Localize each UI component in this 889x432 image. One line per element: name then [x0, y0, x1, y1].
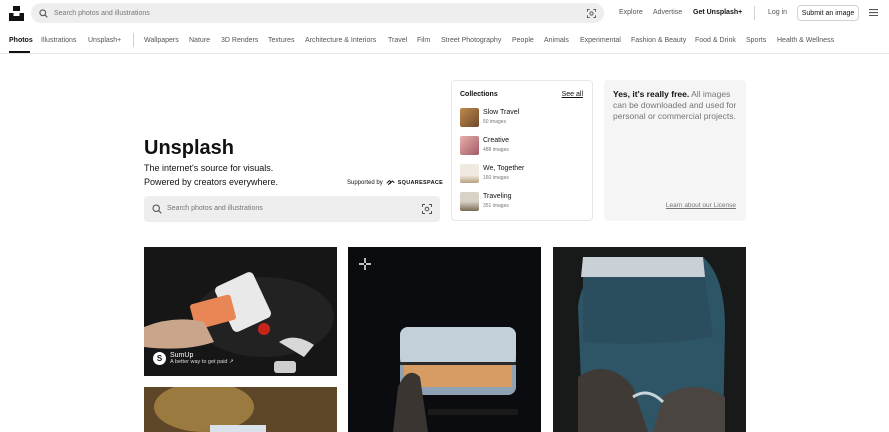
collection-name: Slow Travel	[483, 109, 520, 116]
visual-search-icon[interactable]	[587, 9, 596, 18]
sea-cliff-photo	[553, 247, 746, 432]
train-window-photo	[348, 247, 541, 432]
tab-sports[interactable]: Sports	[746, 37, 766, 44]
top-header: Search photos and illustrations Explore …	[0, 0, 889, 27]
collection-name: We, Together	[483, 165, 525, 172]
hero-search-placeholder: Search photos and illustrations	[167, 205, 263, 212]
menu-icon[interactable]	[869, 9, 878, 16]
collection-item[interactable]: Creative 488 images	[460, 136, 585, 158]
search-icon	[39, 8, 48, 18]
header-divider	[754, 6, 755, 20]
nav-get-unsplash-plus[interactable]: Get Unsplash+	[693, 9, 742, 16]
category-divider	[133, 33, 134, 47]
tab-architecture-interiors[interactable]: Architecture & Interiors	[305, 37, 376, 44]
collections-card: Collections See all Slow Travel 50 image…	[451, 80, 593, 221]
sumup-avatar: S	[153, 352, 166, 365]
header-search-placeholder: Search photos and illustrations	[54, 9, 150, 17]
sponsor-name: SumUp	[170, 352, 194, 359]
hero-search-input[interactable]: Search photos and illustrations	[144, 196, 440, 222]
tab-food-drink[interactable]: Food & Drink	[695, 37, 736, 44]
tab-3d-renders[interactable]: 3D Renders	[221, 37, 258, 44]
photo-card[interactable]	[553, 247, 746, 432]
tab-textures[interactable]: Textures	[268, 37, 294, 44]
nav-explore[interactable]: Explore	[619, 9, 643, 16]
tab-travel[interactable]: Travel	[388, 37, 407, 44]
collection-item[interactable]: Traveling 351 images	[460, 192, 585, 214]
sponsor-tagline: A better way to get paid ↗	[170, 359, 234, 365]
collection-thumbnail	[460, 108, 479, 127]
tab-nature[interactable]: Nature	[189, 37, 210, 44]
free-info-card: Yes, it's really free. All images can be…	[604, 80, 746, 221]
sponsor-badge[interactable]: S SumUp A better way to get paid ↗	[153, 352, 234, 365]
collection-count: 488 images	[483, 147, 509, 153]
free-info-bold: Yes, it's really free.	[613, 89, 690, 99]
interior-photo	[144, 387, 337, 432]
supported-by[interactable]: Supported by SQUARESPACE	[347, 179, 443, 186]
tab-film[interactable]: Film	[417, 37, 430, 44]
tab-illustrations[interactable]: Illustrations	[41, 37, 76, 44]
hero-subtitle-line1: The internet's source for visuals.	[144, 163, 274, 173]
collection-name: Creative	[483, 137, 510, 144]
free-info-text: Yes, it's really free. All images can be…	[613, 89, 737, 122]
license-link[interactable]: Learn about our License	[666, 202, 736, 209]
collection-name: Traveling	[483, 193, 512, 200]
search-icon	[152, 204, 162, 214]
hero-subtitle-line2: Powered by creators everywhere.	[144, 177, 279, 187]
supported-by-label: Supported by	[347, 179, 383, 186]
tab-street-photography[interactable]: Street Photography	[441, 37, 501, 44]
header-search-input[interactable]: Search photos and illustrations	[31, 3, 604, 23]
tab-unsplash-plus[interactable]: Unsplash+	[88, 37, 121, 44]
squarespace-wordmark: SQUARESPACE	[397, 179, 444, 186]
hero-title: Unsplash	[144, 137, 235, 159]
login-link[interactable]: Log in	[768, 9, 787, 16]
unsplash-logo-icon[interactable]	[9, 6, 24, 21]
active-tab-indicator	[9, 51, 30, 53]
collection-thumbnail	[460, 192, 479, 211]
tab-experimental[interactable]: Experimental	[580, 37, 621, 44]
photo-card[interactable]	[348, 247, 541, 432]
collections-heading: Collections	[460, 91, 498, 98]
collection-count: 160 images	[483, 175, 509, 181]
tab-health-wellness[interactable]: Health & Wellness	[777, 37, 834, 44]
tab-people[interactable]: People	[512, 37, 534, 44]
submit-image-button[interactable]: Submit an image	[797, 5, 859, 21]
photo-card-sumup[interactable]: S SumUp A better way to get paid ↗	[144, 247, 337, 376]
photo-card[interactable]	[144, 387, 337, 432]
collection-item[interactable]: We, Together 160 images	[460, 164, 585, 186]
collection-thumbnail	[460, 136, 479, 155]
tab-animals[interactable]: Animals	[544, 37, 569, 44]
collection-count: 50 images	[483, 119, 507, 125]
collection-item[interactable]: Slow Travel 50 images	[460, 108, 585, 130]
see-all-link[interactable]: See all	[562, 91, 583, 98]
collection-thumbnail	[460, 164, 479, 183]
tab-wallpapers[interactable]: Wallpapers	[144, 37, 179, 44]
tab-fashion-beauty[interactable]: Fashion & Beauty	[631, 37, 686, 44]
nav-advertise[interactable]: Advertise	[653, 9, 682, 16]
plus-badge-icon	[359, 258, 371, 270]
tab-photos[interactable]: Photos	[9, 37, 33, 44]
visual-search-icon[interactable]	[422, 204, 432, 214]
collection-count: 351 images	[483, 203, 509, 209]
squarespace-logo-icon	[386, 179, 395, 185]
